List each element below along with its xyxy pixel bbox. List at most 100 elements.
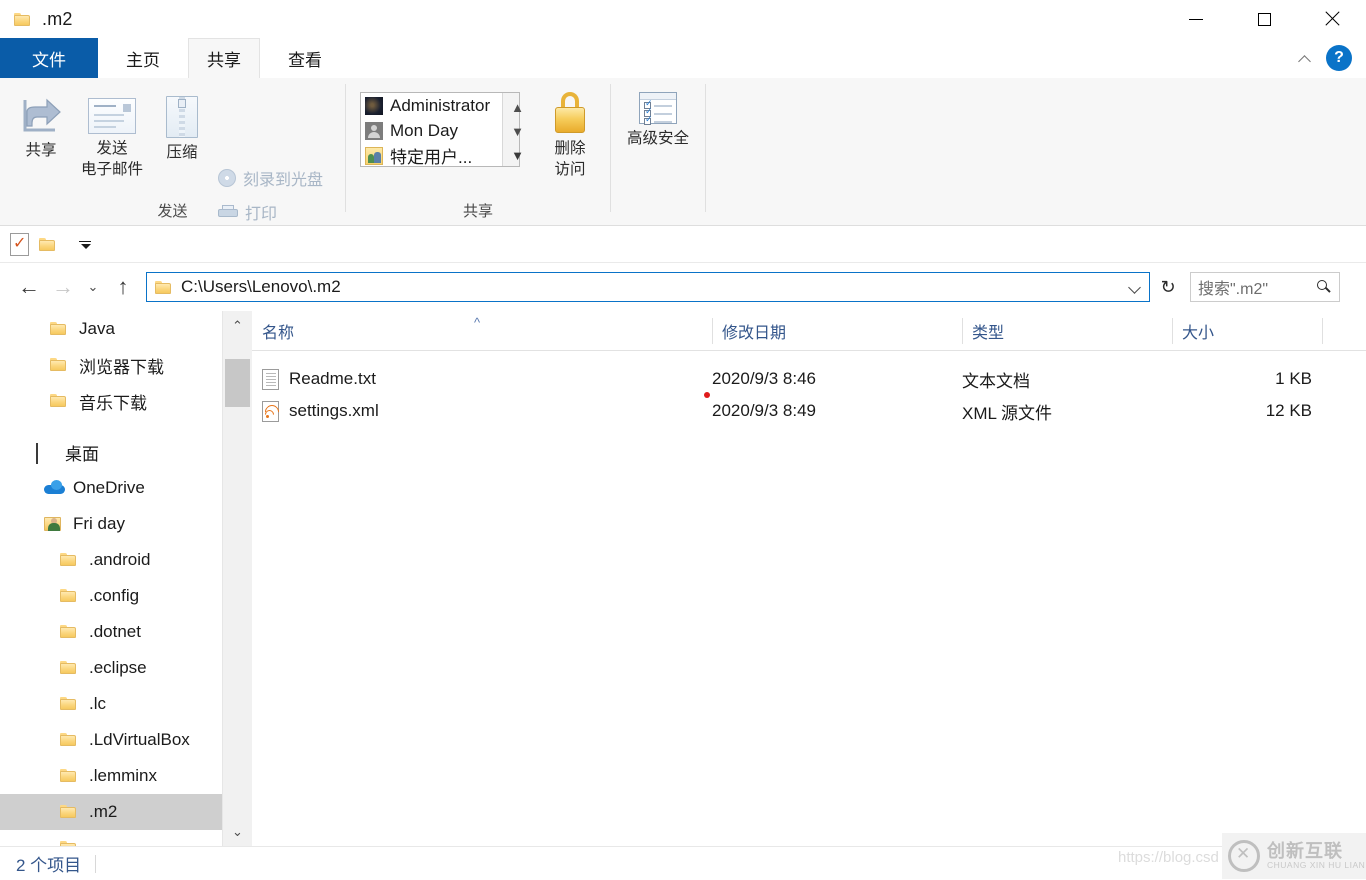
- folder-icon: [60, 552, 80, 568]
- close-button[interactable]: [1298, 0, 1366, 38]
- sidebar-item-lemminx[interactable]: .lemminx: [0, 758, 252, 794]
- help-button[interactable]: ?: [1326, 45, 1352, 71]
- scrollbar-thumb[interactable]: [225, 359, 250, 407]
- sidebar-item-partial[interactable]: [0, 830, 252, 846]
- annotation-marker-icon: [704, 392, 710, 398]
- sidebar-item-desktop[interactable]: 桌面: [0, 434, 252, 470]
- customize-qat-button[interactable]: [66, 238, 92, 252]
- column-type-label: 类型: [962, 319, 1004, 343]
- sidebar-item-m2[interactable]: .m2: [0, 794, 252, 830]
- watermark-url: https://blog.csd: [1118, 849, 1219, 866]
- ribbon-group-divider: [705, 84, 706, 212]
- back-button[interactable]: ←: [12, 270, 46, 304]
- sidebar-item-onedrive-label: OneDrive: [73, 478, 145, 498]
- administrator-avatar-icon: [365, 97, 383, 115]
- onedrive-icon: [44, 480, 64, 496]
- file-type: XML 源文件: [962, 399, 1052, 424]
- remove-access-button[interactable]: 删除 访问: [542, 92, 598, 180]
- file-size: 1 KB: [1182, 369, 1312, 389]
- ribbon-group-advanced-security: 高级安全: [611, 78, 705, 225]
- sidebar-item-java[interactable]: Java: [0, 311, 252, 347]
- zip-icon: [166, 96, 198, 138]
- tab-share[interactable]: 共享: [188, 38, 260, 78]
- sidebar-item-ldvirtualbox[interactable]: .LdVirtualBox: [0, 722, 252, 758]
- share-user-mon-day[interactable]: Mon Day: [361, 118, 519, 143]
- share-with-listbox[interactable]: Administrator Mon Day 特定用户... ▲ ▼ ▼: [360, 92, 520, 167]
- file-explorer-window: .m2 文件 主页 共享 查看 ? 共享: [0, 0, 1366, 880]
- folder-icon: [60, 624, 80, 640]
- file-date-modified: 2020/9/3 8:49: [712, 401, 816, 421]
- folder-icon: [50, 393, 70, 409]
- security-checklist-icon: [639, 92, 677, 124]
- column-size[interactable]: 大小: [1172, 311, 1322, 350]
- tab-view[interactable]: 查看: [260, 38, 350, 78]
- share-arrow-icon: [19, 96, 63, 136]
- share-user-administrator[interactable]: Administrator: [361, 93, 519, 118]
- sidebar-item-music-downloads[interactable]: 音乐下载: [0, 383, 252, 419]
- tab-home[interactable]: 主页: [98, 38, 188, 78]
- folder-icon: [60, 588, 80, 604]
- sidebar-item-dotnet[interactable]: .dotnet: [0, 614, 252, 650]
- chevron-up-icon[interactable]: ⌃: [223, 311, 252, 340]
- sidebar-item-android[interactable]: .android: [0, 542, 252, 578]
- sidebar-item-lc[interactable]: .lc: [0, 686, 252, 722]
- chevron-up-icon[interactable]: [1299, 51, 1314, 66]
- window-title: .m2: [42, 9, 73, 30]
- advanced-security-label: 高级安全: [627, 128, 689, 149]
- scroll-more-icon[interactable]: ▼: [503, 141, 532, 170]
- sidebar-item-fri-day-label: Fri day: [73, 514, 125, 534]
- column-name[interactable]: 名称 ^: [252, 311, 712, 350]
- group-avatar-icon: [365, 147, 383, 165]
- folder-icon: [39, 237, 56, 252]
- refresh-button[interactable]: ↻: [1154, 272, 1182, 302]
- address-bar[interactable]: C:\Users\Lenovo\.m2: [146, 272, 1150, 302]
- column-divider[interactable]: [1322, 318, 1323, 344]
- share-listbox-scrollbar[interactable]: ▲ ▼ ▼: [502, 93, 519, 166]
- sidebar-item-config-label: .config: [89, 586, 139, 606]
- maximize-button[interactable]: [1230, 0, 1298, 38]
- compress-button[interactable]: 压缩: [156, 96, 208, 163]
- sidebar-item-eclipse[interactable]: .eclipse: [0, 650, 252, 686]
- sidebar-item-browser-downloads-label: 浏览器下载: [79, 353, 164, 378]
- table-row[interactable]: settings.xml 2020/9/3 8:49 XML 源文件 12 KB: [252, 395, 1366, 427]
- email-icon: [88, 98, 136, 134]
- ribbon-group-send: 共享 发送 电子邮件 压缩 刻录到光盘 打印: [0, 78, 345, 225]
- up-button[interactable]: ↑: [106, 270, 140, 304]
- status-divider: [95, 855, 96, 873]
- sidebar-item-fri-day[interactable]: Fri day: [0, 506, 252, 542]
- minimize-icon: [1189, 19, 1203, 20]
- compress-button-label: 压缩: [166, 142, 197, 163]
- tab-file[interactable]: 文件: [0, 38, 98, 78]
- properties-checkbox-button[interactable]: [10, 233, 29, 256]
- sidebar-item-music-downloads-label: 音乐下载: [79, 389, 147, 414]
- table-row[interactable]: Readme.txt 2020/9/3 8:46 文本文档 1 KB: [252, 363, 1366, 395]
- address-toolbar: ← → ⌄ ↑ C:\Users\Lenovo\.m2 ↻ 搜索".m2": [0, 263, 1366, 311]
- share-button[interactable]: 共享: [12, 96, 70, 161]
- navigation-pane: Java 浏览器下载 音乐下载 桌面 OneDrive: [0, 311, 252, 846]
- send-email-button[interactable]: 发送 电子邮件: [76, 98, 148, 180]
- search-placeholder: 搜索".m2": [1198, 275, 1268, 299]
- sidebar-item-eclipse-label: .eclipse: [89, 658, 147, 678]
- navigation-pane-scrollbar[interactable]: ⌃ ⌄: [222, 311, 252, 846]
- column-type[interactable]: 类型: [962, 311, 1172, 350]
- column-name-label: 名称: [252, 319, 294, 343]
- chevron-down-icon[interactable]: ⌄: [223, 817, 252, 846]
- share-user-specific-label: 特定用户...: [390, 143, 472, 168]
- search-box[interactable]: 搜索".m2": [1190, 272, 1340, 302]
- send-email-label-line2: 电子邮件: [81, 161, 143, 178]
- share-user-specific[interactable]: 特定用户...: [361, 143, 519, 168]
- column-date-modified[interactable]: 修改日期: [712, 311, 962, 350]
- search-icon[interactable]: [1317, 280, 1332, 295]
- column-header-row: 名称 ^ 修改日期 类型 大小: [252, 311, 1366, 351]
- burn-to-disc-button[interactable]: 刻录到光盘: [218, 166, 323, 190]
- sidebar-item-config[interactable]: .config: [0, 578, 252, 614]
- advanced-security-button[interactable]: 高级安全: [619, 92, 697, 149]
- chevron-down-icon[interactable]: [1129, 281, 1141, 293]
- sidebar-item-browser-downloads[interactable]: 浏览器下载: [0, 347, 252, 383]
- minimize-button[interactable]: [1162, 0, 1230, 38]
- recent-locations-button[interactable]: ⌄: [80, 270, 106, 304]
- forward-button[interactable]: →: [46, 270, 80, 304]
- sidebar-item-onedrive[interactable]: OneDrive: [0, 470, 252, 506]
- new-folder-button[interactable]: [39, 237, 56, 252]
- watermark-brand-cn: 创新互联: [1267, 842, 1365, 861]
